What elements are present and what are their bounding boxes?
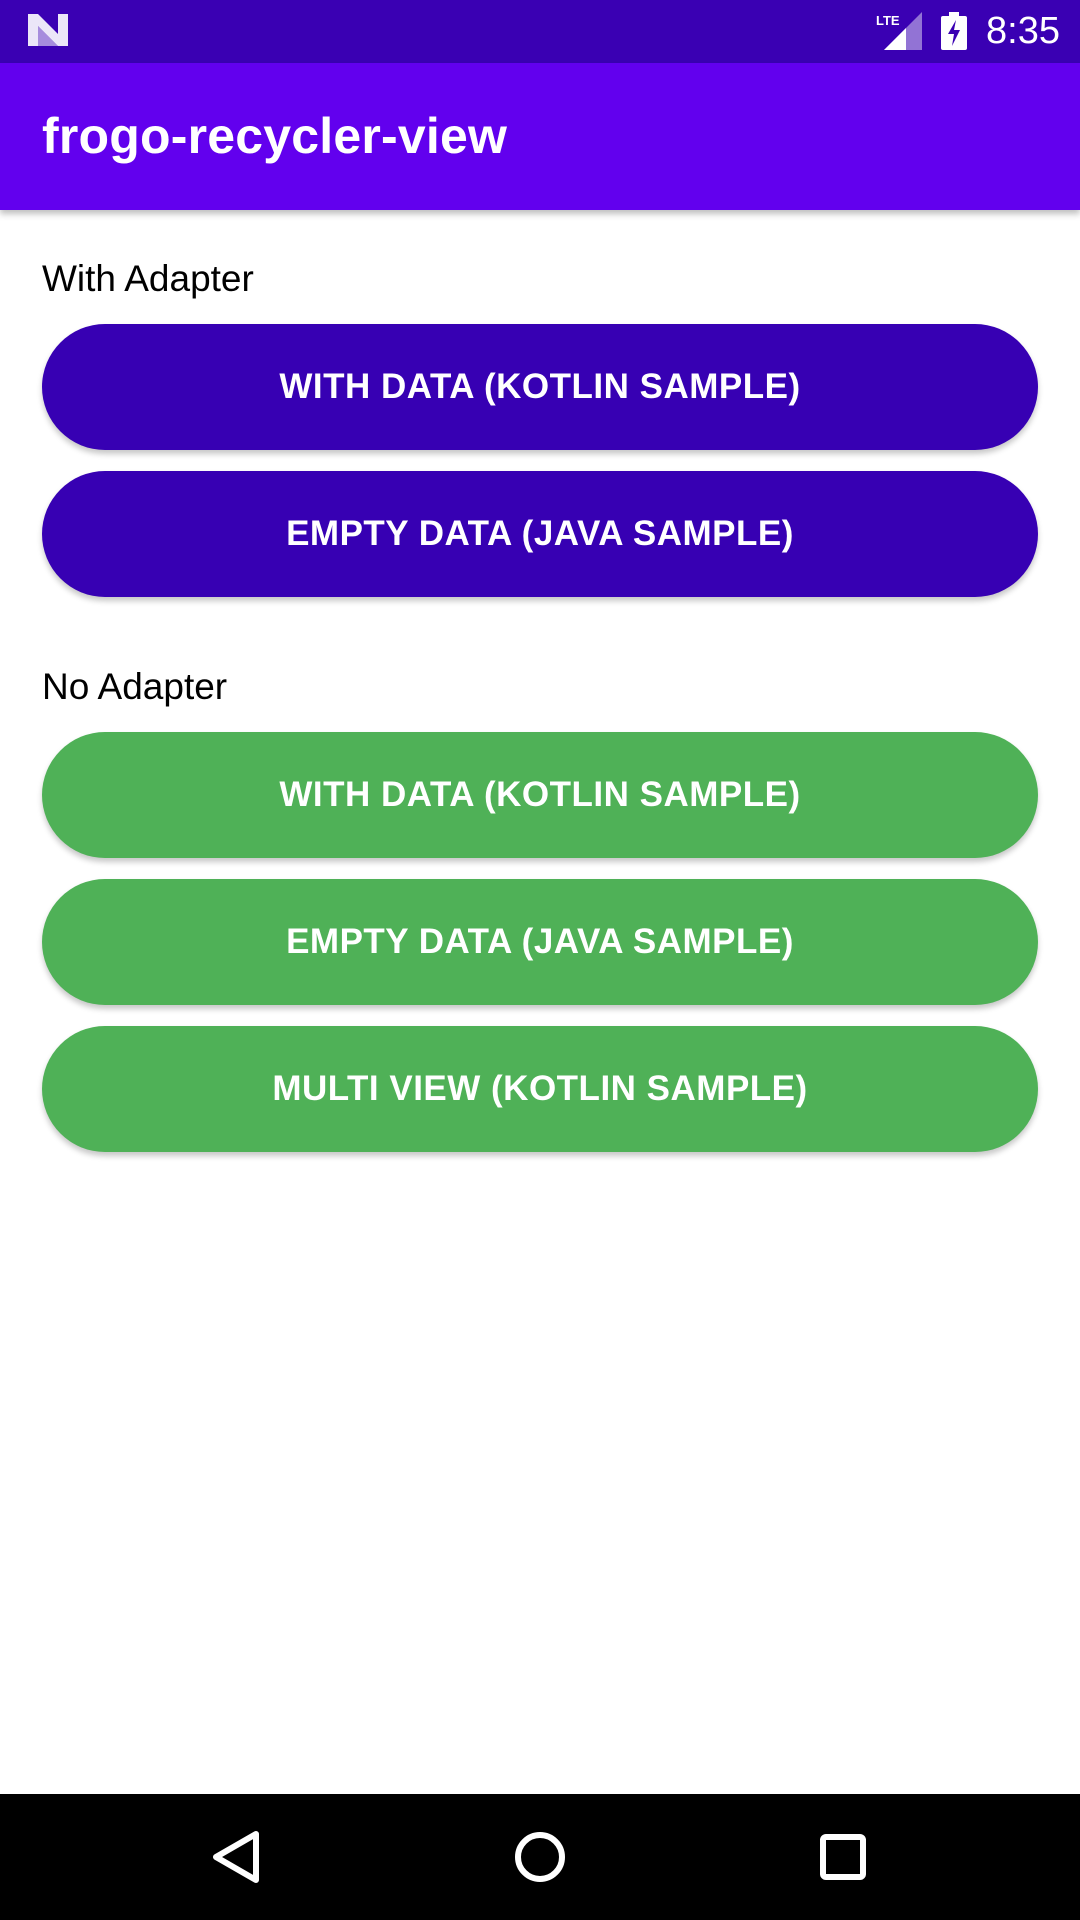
app-title: frogo-recycler-view — [42, 108, 508, 164]
svg-text:LTE: LTE — [876, 13, 900, 28]
with-adapter-empty-data-button[interactable]: EMPTY DATA (JAVA SAMPLE) — [42, 471, 1038, 597]
app-screen: LTE 8:35 frogo-recycler-view With Adapte… — [0, 0, 1080, 1920]
android-n-icon — [28, 14, 68, 46]
section-label-with-adapter: With Adapter — [42, 258, 254, 299]
status-time: 8:35 — [986, 10, 1060, 52]
section-label-no-adapter: No Adapter — [42, 666, 228, 707]
home-icon[interactable] — [505, 1822, 575, 1892]
app-bar: frogo-recycler-view — [0, 63, 1080, 210]
battery-charging-icon — [941, 12, 967, 50]
no-adapter-multi-view-button[interactable]: MULTI VIEW (KOTLIN SAMPLE) — [42, 1026, 1038, 1152]
with-adapter-with-data-button[interactable]: WITH DATA (KOTLIN SAMPLE) — [42, 324, 1038, 450]
back-icon[interactable] — [202, 1822, 272, 1892]
status-bar: LTE 8:35 — [0, 0, 1080, 63]
recents-icon[interactable] — [808, 1822, 878, 1892]
navigation-bar — [0, 1794, 1080, 1920]
no-adapter-empty-data-button[interactable]: EMPTY DATA (JAVA SAMPLE) — [42, 879, 1038, 1005]
lte-signal-icon: LTE — [876, 12, 922, 50]
no-adapter-with-data-button[interactable]: WITH DATA (KOTLIN SAMPLE) — [42, 732, 1038, 858]
